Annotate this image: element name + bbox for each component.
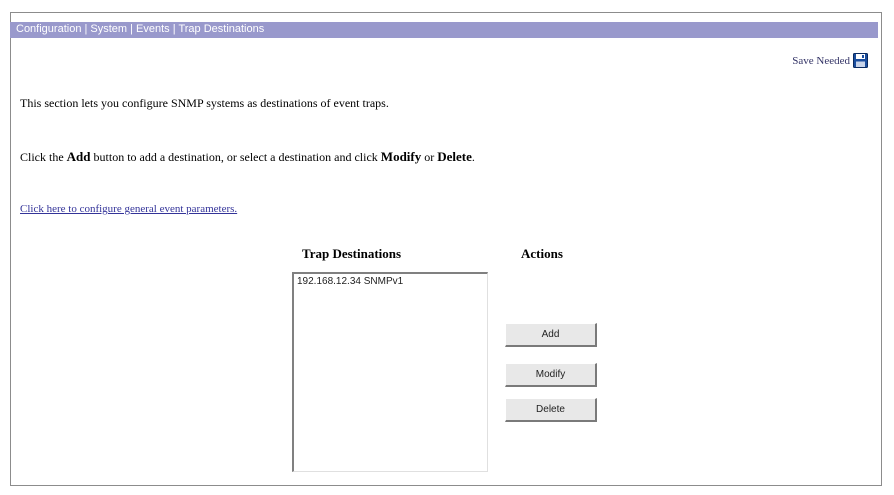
delete-button[interactable]: Delete [505, 398, 597, 422]
add-button[interactable]: Add [505, 323, 597, 347]
title-bar: Configuration | System | Events | Trap D… [10, 22, 878, 38]
instruction-delete: Delete [437, 149, 472, 164]
floppy-disk-icon[interactable] [853, 53, 868, 68]
instruction-or: or [421, 150, 438, 164]
save-needed-label: Save Needed [792, 54, 850, 67]
trap-destinations-listbox[interactable]: 192.168.12.34 SNMPv1 [292, 272, 488, 472]
instruction-modify: Modify [380, 149, 422, 164]
intro-text: This section lets you configure SNMP sys… [20, 96, 389, 110]
modify-button[interactable]: Modify [505, 363, 597, 387]
configure-general-event-parameters-link[interactable]: Click here to configure general event pa… [20, 203, 237, 215]
actions-heading: Actions [521, 246, 563, 261]
trap-destinations-heading: Trap Destinations [302, 246, 402, 261]
instruction-prefix: Click the [20, 150, 67, 164]
trap-destination-option[interactable]: 192.168.12.34 SNMPv1 [297, 276, 484, 287]
breadcrumb: Configuration | System | Events | Trap D… [16, 23, 265, 35]
instruction-end: . [471, 150, 475, 164]
save-needed-link[interactable]: Save Needed [792, 53, 868, 68]
instruction-text: Click the Add button to add a destinatio… [20, 149, 475, 165]
instruction-add: Add [66, 149, 91, 164]
instruction-mid: button to add a destination, or select a… [90, 150, 381, 164]
